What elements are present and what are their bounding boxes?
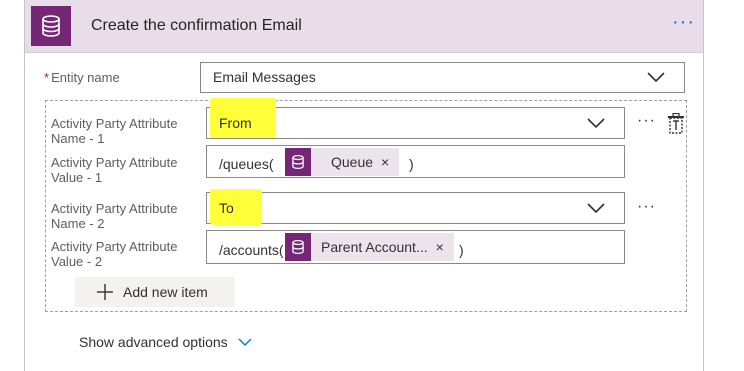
item1-more-icon[interactable]: ··· xyxy=(637,113,656,129)
chevron-down-icon[interactable] xyxy=(646,69,666,85)
database-icon xyxy=(285,233,311,261)
close-icon[interactable]: × xyxy=(436,239,454,255)
item1-value-prefix: /queues( xyxy=(219,156,274,172)
item2-name-label-line1: Activity Party Attribute xyxy=(51,201,178,216)
entity-name-label: * Entity name xyxy=(44,70,120,85)
item2-more-icon[interactable]: ··· xyxy=(637,199,656,215)
item1-name-label: Activity Party Attribute Name - 1 xyxy=(51,116,177,146)
item1-value-suffix: ) xyxy=(409,156,414,172)
database-icon xyxy=(31,6,71,46)
item2-value-label: Activity Party Attribute Value - 2 xyxy=(51,239,177,269)
chevron-down-icon[interactable] xyxy=(586,115,606,131)
show-advanced-options-label: Show advanced options xyxy=(79,334,228,350)
item2-value-prefix: /accounts( xyxy=(219,242,284,258)
item1-name-label-line2: Name - 1 xyxy=(51,131,105,146)
highlight-mark xyxy=(210,189,262,225)
database-icon xyxy=(285,148,311,176)
item2-name-label-line2: Name - 2 xyxy=(51,216,105,231)
action-header[interactable]: Create the confirmation Email ··· xyxy=(25,0,703,53)
entity-name-value: Email Messages xyxy=(213,69,316,85)
token-label: Parent Account... xyxy=(321,239,428,255)
chevron-down-icon[interactable] xyxy=(586,200,606,216)
item2-name-value: To xyxy=(219,200,234,216)
chevron-down-icon xyxy=(238,338,252,346)
show-advanced-options-link[interactable]: Show advanced options xyxy=(79,334,252,350)
item1-name-label-line1: Activity Party Attribute xyxy=(51,116,178,131)
token-label: Queue xyxy=(331,154,374,170)
ellipsis-icon[interactable]: ··· xyxy=(672,12,695,32)
add-new-item-label: Add new item xyxy=(123,284,208,300)
required-mark: * xyxy=(44,70,50,85)
item2-value-label-line1: Activity Party Attribute xyxy=(51,239,178,254)
item2-value-label-line2: Value - 2 xyxy=(51,254,103,269)
queue-token[interactable]: Queue × xyxy=(285,148,400,176)
close-icon[interactable]: × xyxy=(381,154,399,170)
item1-value-input[interactable]: /queues( Queue × ) xyxy=(206,145,625,178)
plus-icon xyxy=(97,284,113,300)
item1-name-dropdown[interactable]: From xyxy=(206,98,625,139)
item1-value-label-line1: Activity Party Attribute xyxy=(51,155,178,170)
item1-value-label-line2: Value - 1 xyxy=(51,170,103,185)
action-card: Create the confirmation Email ··· * Entit… xyxy=(24,0,704,371)
item1-name-value: From xyxy=(219,115,252,131)
item2-value-suffix: ) xyxy=(459,242,464,258)
action-title: Create the confirmation Email xyxy=(91,17,302,34)
delete-icon[interactable] xyxy=(667,113,685,135)
item2-name-dropdown[interactable]: To xyxy=(206,189,625,225)
item2-name-label: Activity Party Attribute Name - 2 xyxy=(51,201,177,231)
item2-value-input[interactable]: /accounts( Parent Account... × ) xyxy=(206,230,625,264)
parent-account-token[interactable]: Parent Account... × xyxy=(285,233,454,261)
add-new-item-button[interactable]: Add new item xyxy=(75,277,235,307)
item1-value-label: Activity Party Attribute Value - 1 xyxy=(51,155,177,185)
entity-name-label-text: Entity name xyxy=(51,70,120,85)
entity-name-dropdown[interactable]: Email Messages xyxy=(200,62,685,93)
